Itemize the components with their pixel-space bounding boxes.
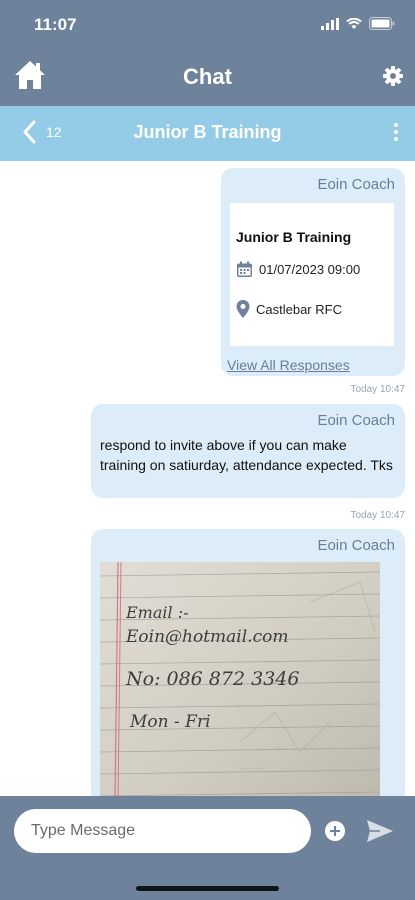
event-location: Castlebar RFC <box>256 301 342 317</box>
add-attachment-button[interactable] <box>325 821 345 841</box>
view-all-responses-link[interactable]: View All Responses <box>227 357 350 373</box>
status-bar: 11:07 <box>0 0 415 50</box>
battery-icon <box>369 17 395 30</box>
settings-button[interactable] <box>383 66 403 86</box>
location-pin-icon <box>236 300 250 318</box>
send-icon <box>367 820 393 842</box>
status-icons <box>321 17 395 30</box>
svg-text:— — —: — — — <box>275 742 315 755</box>
message-timestamp: Today 10:47 <box>350 510 406 521</box>
calendar-icon <box>237 261 252 277</box>
image-message-bubble: Eoin Coach Email:- Eoin@hotmail.com No:… <box>91 529 405 796</box>
message-timestamp: Today 10:47 <box>350 384 406 395</box>
note-line-3: No: 086 872 3346 <box>125 668 299 690</box>
event-message-bubble: Eoin Coach Junior B Training 01/07/2023 … <box>221 168 405 376</box>
text-message-bubble: Eoin Coach respond to invite above if yo… <box>91 404 405 498</box>
svg-text:— — —: — — — <box>220 700 260 713</box>
message-sender: Eoin Coach <box>317 176 395 193</box>
wifi-icon <box>346 17 362 29</box>
message-composer <box>0 796 415 900</box>
chat-header: 12 Junior B Training <box>0 106 415 161</box>
add-circle-icon <box>325 821 345 841</box>
note-line-2: Eoin@hotmail.com <box>125 627 288 647</box>
handwritten-note-photo: Email :- Eoin@hotmail.com No: 086 872 33… <box>100 562 380 796</box>
event-datetime-row: 01/07/2023 09:00 <box>236 261 360 278</box>
svg-text:— —: — — <box>240 762 266 775</box>
event-title: Junior B Training <box>236 229 352 245</box>
message-input[interactable] <box>14 809 311 853</box>
more-options-button[interactable] <box>393 123 399 145</box>
signal-icon <box>321 17 339 30</box>
note-line-4: Mon - Fri <box>129 712 211 732</box>
gear-icon <box>383 66 403 86</box>
message-sender: Eoin Coach <box>317 412 395 429</box>
more-vertical-icon <box>394 123 398 127</box>
message-sender: Eoin Coach <box>317 537 395 554</box>
chat-title: Junior B Training <box>133 122 282 142</box>
message-text: respond to invite above if you can make … <box>100 437 393 473</box>
event-datetime: 01/07/2023 09:00 <box>259 262 361 277</box>
app-title: Chat <box>183 64 232 89</box>
status-time: 11:07 <box>34 15 77 34</box>
message-list[interactable]: Eoin Coach Junior B Training 01/07/2023 … <box>0 161 415 796</box>
note-line-1: Email :- <box>125 603 189 622</box>
send-button[interactable] <box>367 820 393 842</box>
event-location-row: Castlebar RFC <box>236 300 342 318</box>
app-header: Chat <box>0 50 415 106</box>
event-card[interactable]: Junior B Training 01/07/2023 09:00 Castl… <box>230 203 394 346</box>
home-indicator <box>136 886 279 891</box>
attached-photo[interactable]: Email :- Eoin@hotmail.com No: 086 872 33… <box>100 562 380 796</box>
